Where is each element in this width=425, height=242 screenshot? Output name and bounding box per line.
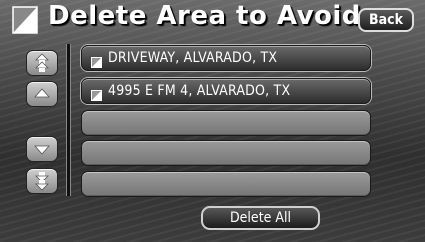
page-down-button[interactable] [26,168,58,194]
scrollbar-track[interactable] [66,44,71,196]
page-up-button[interactable] [26,50,58,76]
area-to-avoid-icon [12,6,38,34]
line-down-button[interactable] [26,136,58,162]
delete-all-button[interactable]: Delete All [201,206,320,230]
list-item-empty [81,140,371,166]
list-item-empty [81,171,371,197]
area-item-icon [91,53,102,68]
list-item[interactable]: 4995 E FM 4, ALVARADO, TX [81,78,371,104]
page-title: Delete Area to Avoid [48,1,361,31]
line-up-button[interactable] [26,81,58,107]
list-item[interactable]: DRIVEWAY, ALVARADO, TX [81,45,371,71]
list-item-label: DRIVEWAY, ALVARADO, TX [108,50,278,66]
back-button[interactable]: Back [358,8,414,32]
nav-screen: Delete Area to Avoid Back DRIVEWAY, ALVA… [0,0,425,242]
list-item-label: 4995 E FM 4, ALVARADO, TX [108,83,291,99]
area-item-icon [91,86,102,101]
list-item-empty [81,110,371,136]
